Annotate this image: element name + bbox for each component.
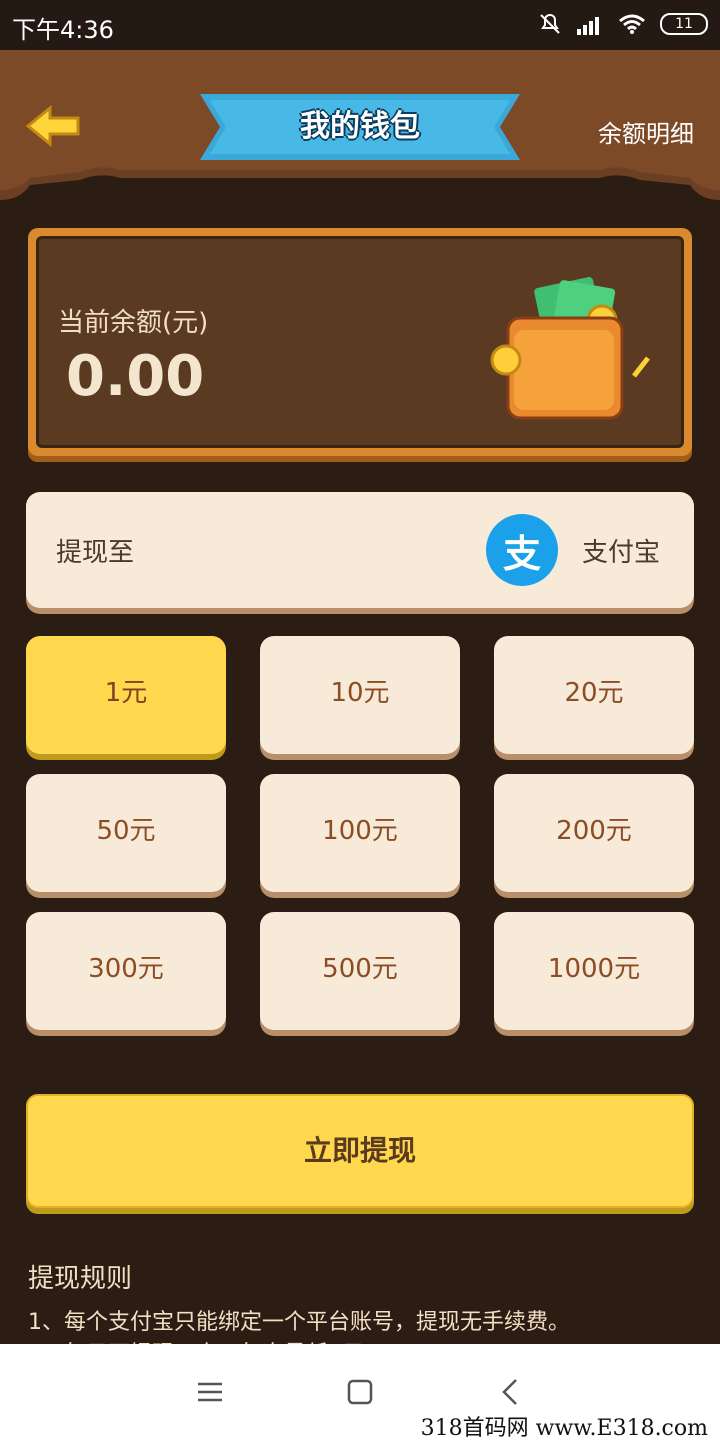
alipay-icon: 支 [486, 514, 558, 586]
amount-option-label: 500元 [322, 954, 398, 984]
rules-line-1: 1、每个支付宝只能绑定一个平台账号，提现无手续费。 [28, 1310, 570, 1335]
amount-option-label: 200元 [556, 816, 632, 846]
menu-icon[interactable] [192, 1374, 228, 1410]
amount-option-label: 1元 [104, 678, 148, 708]
withdraw-method-label: 支付宝 [582, 538, 661, 568]
battery-icon: 11 [660, 13, 708, 35]
withdraw-target-label: 提现至 [56, 538, 135, 568]
amount-option-50[interactable]: 50元 [26, 774, 226, 892]
back-button[interactable] [24, 104, 84, 148]
wallet-icon [490, 277, 650, 420]
amount-option-label: 50元 [96, 816, 156, 846]
rules-title: 提现规则 [28, 1264, 133, 1294]
amount-option-label: 1000元 [547, 954, 641, 984]
amount-option-label: 20元 [564, 678, 624, 708]
withdraw-target-row[interactable]: 提现至 支 支付宝 [26, 492, 694, 608]
signal-icon [577, 17, 599, 35]
withdraw-now-label: 立即提现 [303, 1134, 416, 1167]
back-nav-icon[interactable] [494, 1374, 530, 1410]
balance-label: 当前余额(元) [58, 308, 209, 338]
status-time: 下午4:36 [12, 16, 114, 44]
amount-option-300[interactable]: 300元 [26, 912, 226, 1030]
withdraw-now-button[interactable]: 立即提现 [26, 1094, 694, 1208]
mute-notification-icon [540, 13, 560, 34]
amount-option-label: 300元 [88, 954, 164, 984]
amount-option-label: 100元 [322, 816, 398, 846]
page-title: 我的钱包 [300, 109, 420, 144]
amount-option-100[interactable]: 100元 [260, 774, 460, 892]
wifi-icon [619, 14, 645, 34]
balance-detail-link[interactable]: 余额明细 [598, 114, 694, 149]
amount-option-20[interactable]: 20元 [494, 636, 694, 754]
watermark: 318首码网 www.E318.com [420, 1416, 708, 1440]
balance-value: 0.00 [66, 344, 205, 409]
amount-option-1000[interactable]: 1000元 [494, 912, 694, 1030]
back-arrow-icon [25, 104, 80, 148]
status-icons: 11 [538, 12, 708, 36]
amount-option-1[interactable]: 1元 [26, 636, 226, 754]
amount-option-10[interactable]: 10元 [260, 636, 460, 754]
header: 我的钱包 余额明细 [0, 50, 720, 210]
amount-option-label: 10元 [330, 678, 390, 708]
home-icon[interactable] [342, 1374, 378, 1410]
status-bar: 下午4:36 11 [0, 0, 720, 50]
amount-option-500[interactable]: 500元 [260, 912, 460, 1030]
amount-option-200[interactable]: 200元 [494, 774, 694, 892]
alipay-glyph: 支 [502, 531, 541, 576]
